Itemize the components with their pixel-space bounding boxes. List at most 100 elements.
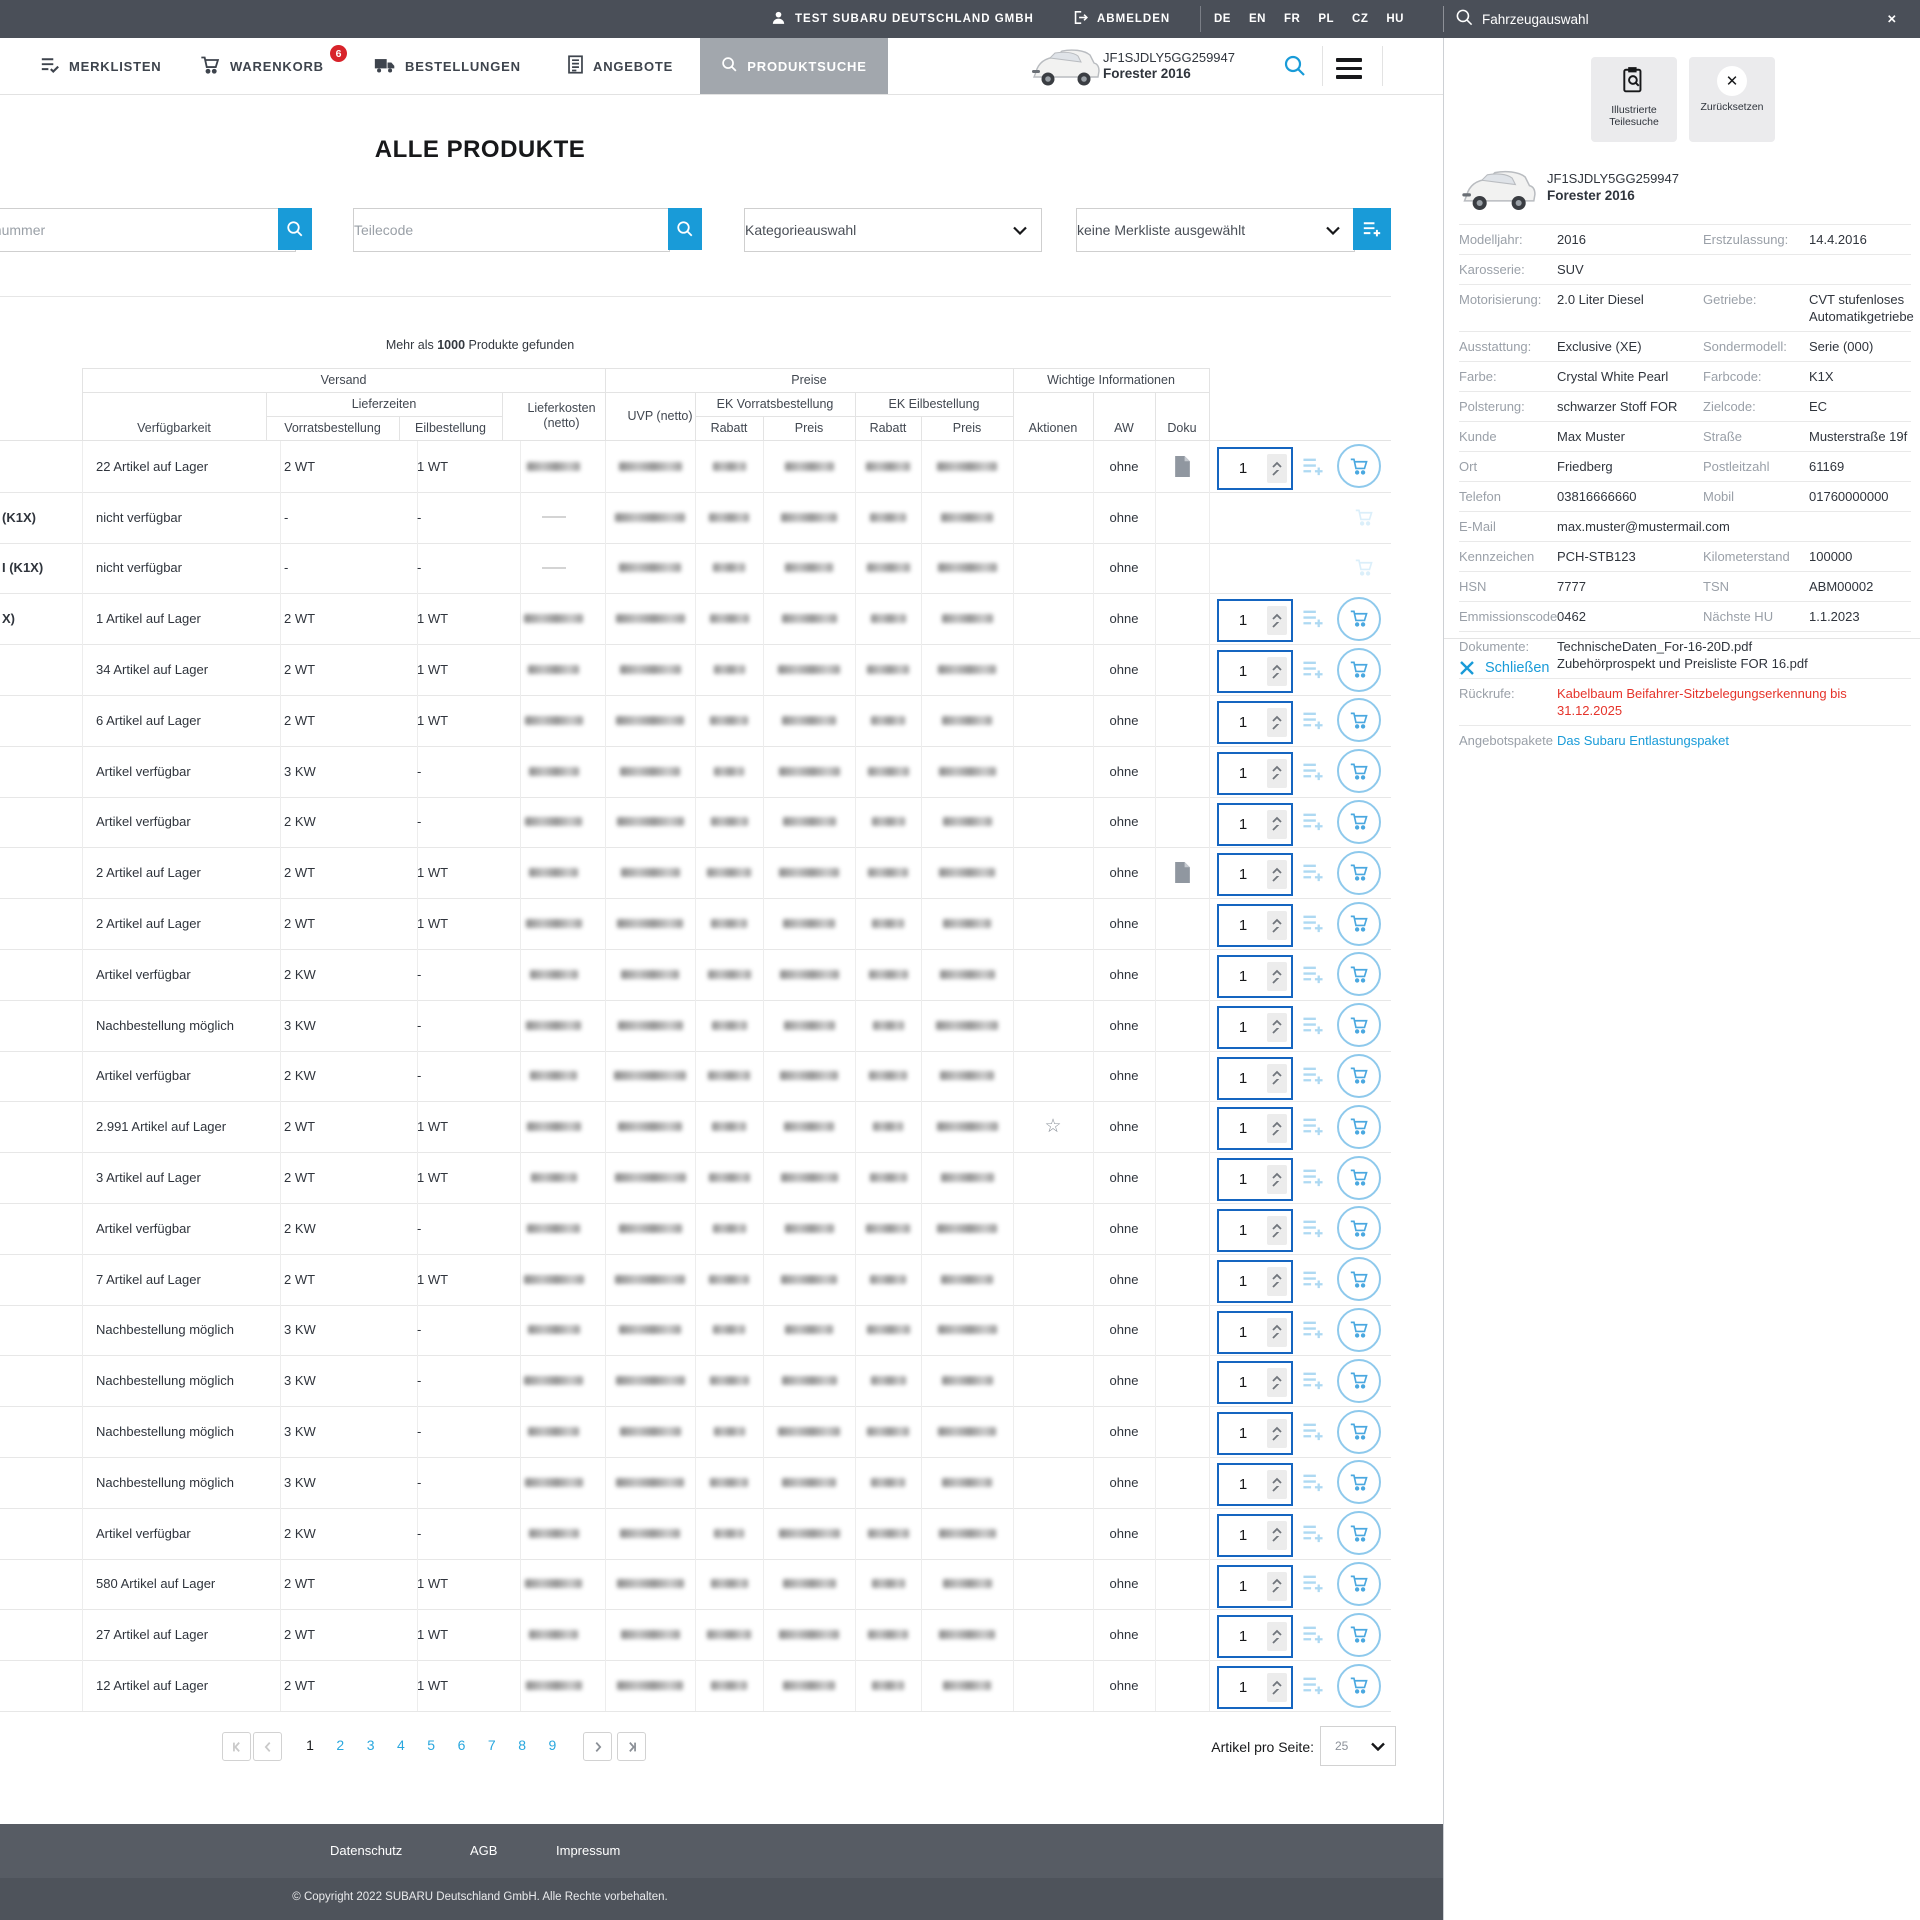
quantity-stepper[interactable]: 1 [1217, 1310, 1293, 1354]
add-to-list-icon[interactable] [1301, 456, 1325, 477]
nav-produktsuche-active-tab[interactable]: PRODUKTSUCHE [700, 38, 888, 94]
quantity-stepper[interactable]: 1 [1217, 1513, 1293, 1557]
stepper-arrows[interactable] [1267, 962, 1287, 991]
add-to-cart-button[interactable] [1335, 1101, 1383, 1152]
add-to-merkliste-button[interactable] [1299, 847, 1327, 898]
teilecode-search-button[interactable] [668, 208, 702, 250]
pagination-page-7[interactable]: 7 [481, 1737, 503, 1753]
stepper-arrows[interactable] [1267, 708, 1287, 737]
quantity-stepper[interactable]: 1 [1217, 599, 1293, 643]
language-hu[interactable]: HU [1386, 13, 1404, 25]
add-to-merkliste-button[interactable] [1299, 1457, 1327, 1508]
stepper-arrows[interactable] [1267, 1114, 1287, 1144]
pagination-page-1[interactable]: 1 [299, 1737, 321, 1753]
kategorie-select[interactable]: Kategorieauswahl [744, 208, 1042, 252]
quantity-stepper[interactable]: 1 [1217, 751, 1293, 795]
add-to-merkliste-button[interactable] [1299, 593, 1327, 644]
stepper-arrows[interactable] [1267, 606, 1287, 636]
add-to-cart-button[interactable] [1335, 1152, 1383, 1203]
nav-warenkorb[interactable]: WARENKORB [200, 38, 324, 94]
stepper-arrows[interactable] [1267, 1063, 1287, 1093]
stepper-arrows[interactable] [1267, 1216, 1287, 1245]
pagination-page-2[interactable]: 2 [329, 1737, 351, 1753]
quantity-stepper[interactable]: 1 [1217, 1463, 1293, 1506]
add-to-cart-button[interactable] [1335, 1406, 1383, 1457]
add-to-merkliste-button[interactable] [1299, 797, 1327, 848]
stepper-arrows[interactable] [1267, 454, 1287, 483]
promo-star-icon[interactable]: ☆ [1044, 1115, 1061, 1138]
add-to-list-icon[interactable] [1301, 1573, 1325, 1594]
merkliste-add-button[interactable] [1353, 208, 1391, 250]
quantity-stepper[interactable]: 1 [1217, 1615, 1293, 1659]
vehicle-search-clear-icon[interactable]: ✕ [1887, 0, 1898, 38]
add-to-merkliste-button[interactable] [1299, 1203, 1327, 1254]
pagination-page-4[interactable]: 4 [390, 1737, 412, 1753]
detail-value[interactable]: Kabelbaum Beifahrer-Sitzbelegungserkennu… [1557, 685, 1911, 719]
add-to-merkliste-button[interactable] [1299, 1051, 1327, 1102]
add-to-merkliste-button[interactable] [1299, 1559, 1327, 1610]
quantity-stepper[interactable]: 1 [1217, 904, 1293, 948]
doc-file-icon[interactable] [1174, 862, 1191, 884]
add-to-cart-button[interactable] [1335, 1305, 1383, 1356]
stepper-arrows[interactable] [1267, 1419, 1287, 1449]
logout-button[interactable]: ABMELDEN [1072, 0, 1170, 38]
add-to-merkliste-button[interactable] [1299, 1508, 1327, 1559]
vehicle-search[interactable]: Fahrzeugauswahl [1455, 0, 1589, 38]
add-to-cart-button[interactable] [1335, 1559, 1383, 1610]
add-to-cart-button[interactable] [1335, 593, 1383, 644]
add-to-list-icon[interactable] [1301, 1472, 1325, 1493]
pagination-first-button[interactable] [222, 1732, 251, 1761]
stepper-arrows[interactable] [1267, 1571, 1287, 1601]
add-to-list-icon[interactable] [1301, 761, 1325, 782]
add-to-cart-button[interactable] [1335, 1660, 1383, 1711]
doc-file-icon[interactable] [1174, 455, 1191, 477]
stepper-arrows[interactable] [1267, 657, 1287, 687]
stepper-arrows[interactable] [1267, 1266, 1287, 1296]
add-to-list-icon[interactable] [1301, 1065, 1325, 1086]
pagination-page-8[interactable]: 8 [511, 1737, 533, 1753]
detail-value[interactable]: Zubehörprospekt und Preisliste FOR 16.pd… [1557, 655, 1911, 672]
quantity-stepper[interactable]: 1 [1217, 447, 1293, 490]
pagination-page-5[interactable]: 5 [420, 1737, 442, 1753]
menu-icon[interactable] [1336, 58, 1362, 79]
quantity-stepper[interactable]: 1 [1217, 1564, 1293, 1608]
stepper-arrows[interactable] [1267, 911, 1287, 941]
add-to-list-icon[interactable] [1301, 1421, 1325, 1442]
pagination-prev-button[interactable] [253, 1732, 282, 1761]
pagination-page-9[interactable]: 9 [541, 1737, 563, 1753]
add-to-list-icon[interactable] [1301, 811, 1325, 832]
nav-angebote[interactable]: ANGEBOTE [567, 38, 673, 94]
add-to-cart-button[interactable] [1335, 1203, 1383, 1254]
per-page-select[interactable]: 25 [1320, 1726, 1396, 1766]
nav-bestellungen[interactable]: BESTELLUNGEN [374, 38, 521, 94]
teilenummer-input[interactable]: Teilenummer [0, 208, 296, 252]
add-to-cart-button[interactable] [1335, 949, 1383, 1000]
stepper-arrows[interactable] [1267, 860, 1287, 890]
add-to-merkliste-button[interactable] [1299, 1152, 1327, 1203]
add-to-cart-button[interactable] [1335, 746, 1383, 797]
add-to-merkliste-button[interactable] [1299, 441, 1327, 492]
add-to-list-icon[interactable] [1301, 1370, 1325, 1391]
add-to-cart-button[interactable] [1335, 1457, 1383, 1508]
footer-link-datenschutz[interactable]: Datenschutz [330, 1843, 402, 1858]
stepper-arrows[interactable] [1267, 1622, 1287, 1652]
add-to-list-icon[interactable] [1301, 1319, 1325, 1340]
add-to-list-icon[interactable] [1301, 1116, 1325, 1137]
add-to-list-icon[interactable] [1301, 1624, 1325, 1645]
stepper-arrows[interactable] [1267, 1317, 1287, 1347]
quantity-stepper[interactable]: 1 [1217, 802, 1293, 846]
add-to-merkliste-button[interactable] [1299, 644, 1327, 695]
add-to-cart-button[interactable] [1335, 1000, 1383, 1051]
stepper-arrows[interactable] [1267, 1673, 1287, 1703]
add-to-list-icon[interactable] [1301, 710, 1325, 731]
language-fr[interactable]: FR [1284, 13, 1300, 25]
add-to-list-icon[interactable] [1301, 1015, 1325, 1036]
nav-merklisten[interactable]: MERKLISTEN [40, 38, 162, 94]
stepper-arrows[interactable] [1267, 809, 1287, 839]
reset-vehicle-button[interactable]: ✕ Zurücksetzen [1689, 57, 1775, 142]
add-to-cart-button[interactable] [1335, 847, 1383, 898]
add-to-merkliste-button[interactable] [1299, 1660, 1327, 1711]
stepper-arrows[interactable] [1267, 1470, 1287, 1499]
quantity-stepper[interactable]: 1 [1217, 853, 1293, 897]
add-to-cart-button[interactable] [1335, 1609, 1383, 1660]
